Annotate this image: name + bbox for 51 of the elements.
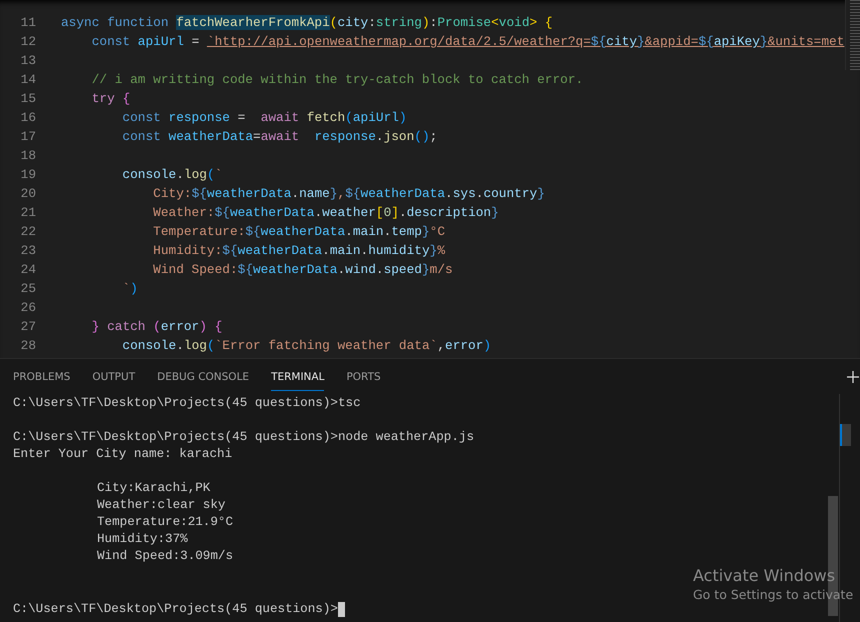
line-number: 28 <box>20 337 36 355</box>
panel-tab[interactable]: TERMINAL <box>271 363 324 391</box>
activation-subtitle: Go to Settings to activate <box>693 587 854 602</box>
terminal-line: City:Karachi,PK <box>97 480 210 497</box>
code-line: const weatherData=await response.json(); <box>121 128 438 146</box>
line-number: 22 <box>20 223 36 241</box>
code-line: try { <box>90 90 130 108</box>
code-line: console.log(`Error fatching weather data`,error) <box>121 337 492 355</box>
terminal-line: Weather:clear sky <box>97 497 226 514</box>
line-number: 16 <box>20 109 36 127</box>
terminal-line: C:\Users\TF\Desktop\Projects(45 questions)> <box>13 601 338 618</box>
line-number: 24 <box>20 261 36 279</box>
line-number: 19 <box>20 166 36 184</box>
terminal-line: Wind Speed:3.09m/s <box>97 548 234 565</box>
code-line: Temperature:${weatherData.main.temp}°C <box>152 223 446 241</box>
code-line: Weather:${weatherData.weather[0].description} <box>152 204 499 222</box>
add-icon[interactable] <box>847 370 859 382</box>
panel-tab[interactable]: OUTPUT <box>92 363 136 391</box>
code-line: const apiUrl = `http://api.openweathermap.org/data/2.5/weather?q=${city}&appid=${apiKey}&units=met <box>90 33 844 51</box>
line-number: 11 <box>20 14 36 32</box>
terminal-line: C:\Users\TF\Desktop\Projects(45 questions)>node weatherApp.js <box>13 429 474 446</box>
code-line: async function fatchWearherFromkApi(city:string):Promise<void> { <box>61 14 553 32</box>
code-line: } catch (error) { <box>90 318 222 336</box>
panel-tab[interactable]: PROBLEMS <box>13 363 70 391</box>
line-number: 14 <box>20 71 36 89</box>
terminal-line: C:\Users\TF\Desktop\Projects(45 questions)>tsc <box>13 395 361 412</box>
line-number: 13 <box>20 52 36 70</box>
terminal-line: Temperature:21.9°C <box>97 514 234 531</box>
code-line: City:${weatherData.name},${weatherData.sys.country} <box>152 185 545 203</box>
code-line: `) <box>121 280 138 298</box>
code-line: // i am writting code within the try-catch block to catch error. <box>90 71 584 89</box>
line-number: 20 <box>20 185 36 203</box>
line-number: 27 <box>20 318 36 336</box>
line-number: 15 <box>20 90 36 108</box>
line-number: 18 <box>20 147 36 165</box>
code-line: console.log(` <box>121 166 222 184</box>
line-number: 23 <box>20 242 36 260</box>
activation-title: Activate Windows <box>693 566 836 585</box>
code-line: Humidity:${weatherData.main.humidity}% <box>152 242 446 260</box>
line-number: 12 <box>20 33 36 51</box>
line-number: 26 <box>20 299 36 317</box>
line-number: 21 <box>20 204 36 222</box>
line-number: 17 <box>20 128 36 146</box>
terminal-line: Humidity:37% <box>97 531 188 548</box>
code-line: Wind Speed:${weatherData.wind.speed}m/s <box>152 261 453 279</box>
code-line: const response = await fetch(apiUrl) <box>121 109 407 127</box>
terminal-line: Enter Your City name: karachi <box>13 446 232 463</box>
line-number: 25 <box>20 280 36 298</box>
panel-tab[interactable]: DEBUG CONSOLE <box>157 363 250 391</box>
text-cursor <box>338 602 345 617</box>
panel-tab[interactable]: PORTS <box>346 363 381 391</box>
